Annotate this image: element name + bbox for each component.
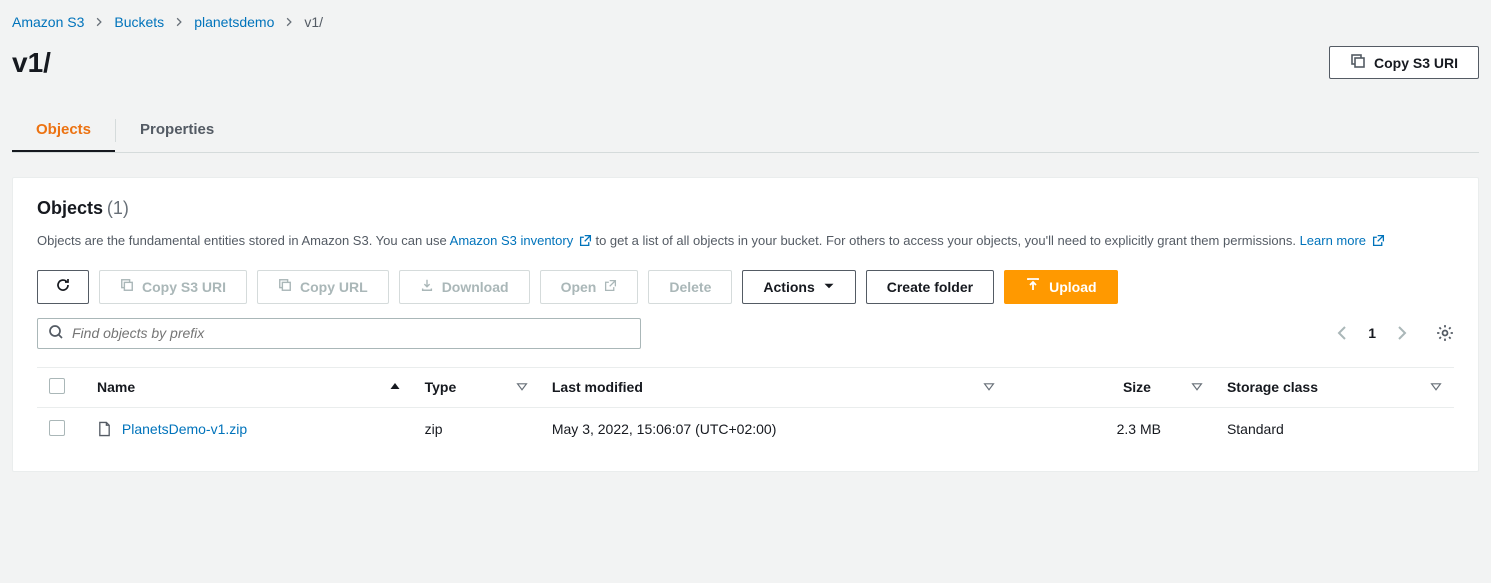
- inventory-link[interactable]: Amazon S3 inventory: [450, 233, 592, 248]
- chevron-right-icon: [284, 14, 294, 30]
- breadcrumb-current: v1/: [304, 14, 323, 30]
- column-size[interactable]: Size: [1007, 367, 1215, 407]
- refresh-icon: [55, 277, 71, 296]
- object-name-link[interactable]: PlanetsDemo-v1.zip: [122, 421, 247, 437]
- tab-objects[interactable]: Objects: [12, 109, 115, 152]
- sort-icon: [1430, 379, 1442, 395]
- object-storage-class: Standard: [1215, 407, 1454, 451]
- sort-icon: [516, 379, 528, 395]
- objects-count: (1): [107, 198, 129, 218]
- open-button[interactable]: Open: [540, 270, 639, 304]
- copy-icon: [1350, 53, 1366, 72]
- object-size: 2.3 MB: [1007, 407, 1215, 451]
- toolbar: Copy S3 URI Copy URL Download Open Delet…: [37, 270, 1454, 304]
- column-type[interactable]: Type: [413, 367, 540, 407]
- column-storage-class[interactable]: Storage class: [1215, 367, 1454, 407]
- create-folder-button[interactable]: Create folder: [866, 270, 994, 304]
- breadcrumb: Amazon S3 Buckets planetsdemo v1/: [0, 0, 1491, 36]
- page-number: 1: [1368, 325, 1376, 341]
- objects-panel: Objects (1) Objects are the fundamental …: [12, 177, 1479, 472]
- pagination: 1: [1334, 324, 1454, 342]
- object-type: zip: [413, 407, 540, 451]
- upload-icon: [1025, 277, 1041, 296]
- chevron-right-icon: [94, 14, 104, 30]
- table-header-row: Name Type Last modified Size: [37, 367, 1454, 407]
- breadcrumb-link-bucket[interactable]: planetsdemo: [194, 14, 274, 30]
- search-box[interactable]: [37, 318, 641, 349]
- download-label: Download: [442, 279, 509, 295]
- column-last-modified[interactable]: Last modified: [540, 367, 1008, 407]
- create-folder-label: Create folder: [887, 279, 973, 295]
- objects-table: Name Type Last modified Size: [37, 367, 1454, 451]
- chevron-right-icon: [174, 14, 184, 30]
- download-icon: [420, 278, 434, 295]
- tabs: Objects Properties: [12, 109, 1479, 153]
- delete-label: Delete: [669, 279, 711, 295]
- copy-s3-uri-button[interactable]: Copy S3 URI: [1329, 46, 1479, 79]
- sort-icon: [983, 379, 995, 395]
- breadcrumb-link-s3[interactable]: Amazon S3: [12, 14, 84, 30]
- panel-heading: Objects: [37, 198, 103, 218]
- row-checkbox[interactable]: [49, 420, 65, 436]
- file-icon: [97, 421, 112, 437]
- sort-asc-icon: [389, 379, 401, 395]
- caret-down-icon: [823, 279, 835, 295]
- actions-label: Actions: [763, 279, 814, 295]
- copy-url-label: Copy URL: [300, 279, 368, 295]
- sort-icon: [1191, 379, 1203, 395]
- open-label: Open: [561, 279, 597, 295]
- breadcrumb-link-buckets[interactable]: Buckets: [114, 14, 164, 30]
- page-title: v1/: [12, 47, 51, 79]
- refresh-button[interactable]: [37, 270, 89, 304]
- external-link-icon: [1372, 234, 1385, 247]
- upload-button[interactable]: Upload: [1004, 270, 1117, 304]
- copy-s3-uri-button[interactable]: Copy S3 URI: [99, 270, 247, 304]
- external-link-icon: [579, 234, 592, 247]
- actions-button[interactable]: Actions: [742, 270, 855, 304]
- copy-s3-uri-label: Copy S3 URI: [1374, 55, 1458, 71]
- prev-page-button[interactable]: [1334, 325, 1350, 341]
- tab-properties[interactable]: Properties: [116, 109, 238, 152]
- copy-icon: [120, 278, 134, 295]
- copy-icon: [278, 278, 292, 295]
- search-input[interactable]: [72, 325, 630, 341]
- next-page-button[interactable]: [1394, 325, 1410, 341]
- column-name[interactable]: Name: [85, 367, 413, 407]
- settings-button[interactable]: [1436, 324, 1454, 342]
- learn-more-link[interactable]: Learn more: [1300, 233, 1385, 248]
- select-all-checkbox[interactable]: [49, 378, 65, 394]
- download-button[interactable]: Download: [399, 270, 530, 304]
- panel-description: Objects are the fundamental entities sto…: [37, 231, 1454, 252]
- copy-s3-uri-label: Copy S3 URI: [142, 279, 226, 295]
- upload-label: Upload: [1049, 279, 1096, 295]
- external-link-icon: [604, 279, 617, 295]
- object-last-modified: May 3, 2022, 15:06:07 (UTC+02:00): [540, 407, 1008, 451]
- delete-button[interactable]: Delete: [648, 270, 732, 304]
- table-row[interactable]: PlanetsDemo-v1.zip zip May 3, 2022, 15:0…: [37, 407, 1454, 451]
- search-icon: [48, 324, 64, 343]
- copy-url-button[interactable]: Copy URL: [257, 270, 389, 304]
